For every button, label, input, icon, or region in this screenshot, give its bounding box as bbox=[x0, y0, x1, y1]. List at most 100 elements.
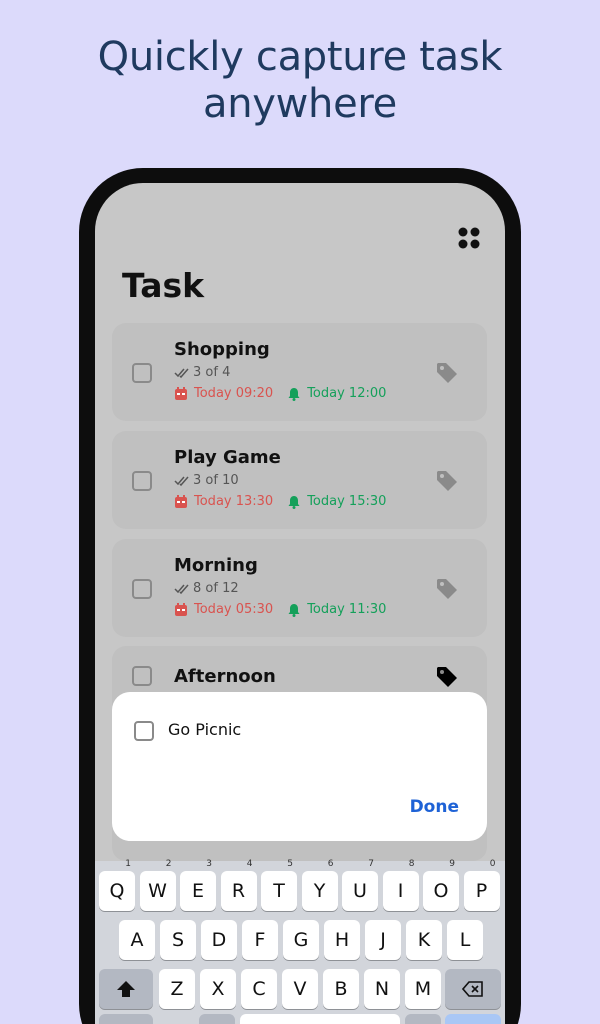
shift-key[interactable] bbox=[99, 969, 153, 1009]
key-number-hint: 8 bbox=[408, 859, 415, 869]
tag-icon[interactable] bbox=[434, 576, 460, 602]
due-date: Today 05:30 bbox=[174, 602, 273, 617]
task-title: Afternoon bbox=[174, 666, 276, 687]
task-title: Shopping bbox=[174, 339, 270, 360]
task-checkbox[interactable] bbox=[132, 471, 152, 491]
key-number-hint: 3 bbox=[206, 859, 212, 869]
page-title: Task bbox=[122, 266, 205, 305]
period-key[interactable] bbox=[405, 1014, 441, 1024]
new-task-checkbox[interactable] bbox=[134, 721, 154, 741]
double-check-icon bbox=[174, 584, 189, 594]
reminder: Today 12:00 bbox=[287, 386, 386, 401]
key-label: T bbox=[273, 880, 285, 902]
key-p[interactable]: P0 bbox=[463, 860, 500, 911]
done-button[interactable]: Done bbox=[410, 797, 459, 817]
progress-text: 3 of 10 bbox=[193, 473, 239, 488]
key-number-hint: 1 bbox=[125, 859, 131, 869]
key-m[interactable]: M bbox=[405, 969, 441, 1009]
space-key[interactable] bbox=[240, 1014, 400, 1024]
key-number-hint: 0 bbox=[489, 859, 496, 869]
calendar-icon bbox=[175, 386, 187, 400]
key-r[interactable]: R4 bbox=[220, 860, 257, 911]
task-card[interactable]: Shopping 3 of 4 Today 09:20 Today 12:00 bbox=[112, 323, 487, 421]
task-progress: 8 of 12 bbox=[174, 581, 239, 596]
reminder: Today 15:30 bbox=[287, 494, 386, 509]
key-q[interactable]: Q1 bbox=[99, 860, 135, 911]
bell-icon bbox=[288, 495, 300, 509]
tag-outline-icon[interactable] bbox=[434, 664, 460, 690]
key-number-hint: 4 bbox=[246, 859, 253, 869]
app-screen: Task Shopping 3 of 4 Today 09:20 Today 1… bbox=[95, 183, 505, 1024]
bell-icon bbox=[288, 387, 300, 401]
key-z[interactable]: Z bbox=[159, 969, 195, 1009]
new-task-input[interactable]: Go Picnic bbox=[168, 720, 241, 739]
key-label: U bbox=[353, 880, 367, 902]
reminder-text: Today 11:30 bbox=[307, 602, 387, 617]
key-label: W bbox=[148, 880, 167, 902]
key-v[interactable]: V bbox=[282, 969, 318, 1009]
key-h[interactable]: H bbox=[324, 920, 360, 960]
key-b[interactable]: B bbox=[323, 969, 359, 1009]
backspace-icon bbox=[461, 981, 483, 997]
task-checkbox[interactable] bbox=[132, 363, 152, 383]
key-n[interactable]: N bbox=[364, 969, 400, 1009]
key-t[interactable]: T5 bbox=[261, 860, 297, 911]
key-l[interactable]: L bbox=[447, 920, 483, 960]
key-number-hint: 6 bbox=[327, 859, 334, 869]
key-y[interactable]: Y6 bbox=[301, 860, 338, 911]
key-label: P bbox=[475, 880, 488, 902]
grid-view-icon[interactable] bbox=[457, 226, 481, 250]
key-o[interactable]: O9 bbox=[423, 860, 459, 911]
task-progress: 3 of 4 bbox=[174, 365, 230, 380]
due-text: Today 05:30 bbox=[194, 602, 274, 617]
due-text: Today 09:20 bbox=[194, 386, 274, 401]
key-label: E bbox=[191, 880, 204, 902]
task-card[interactable]: Play Game 3 of 10 Today 13:30 Today 15:3… bbox=[112, 431, 487, 529]
tag-icon[interactable] bbox=[434, 468, 460, 494]
key-d[interactable]: D bbox=[201, 920, 237, 960]
key-j[interactable]: J bbox=[365, 920, 401, 960]
shift-arrow-icon bbox=[117, 981, 135, 997]
key-label: Y bbox=[313, 880, 326, 902]
task-progress: 3 of 10 bbox=[174, 473, 239, 488]
task-card[interactable]: Morning 8 of 12 Today 05:30 Today 11:30 bbox=[112, 539, 487, 637]
due-text: Today 13:30 bbox=[194, 494, 274, 509]
reminder-text: Today 12:00 bbox=[307, 386, 387, 401]
key-w[interactable]: W2 bbox=[139, 860, 176, 911]
key-number-hint: 2 bbox=[165, 859, 172, 869]
key-a[interactable]: A bbox=[119, 920, 155, 960]
key-x[interactable]: X bbox=[200, 969, 236, 1009]
double-check-icon bbox=[174, 476, 189, 486]
key-number-hint: 9 bbox=[449, 859, 455, 869]
calendar-icon bbox=[175, 602, 187, 616]
progress-text: 3 of 4 bbox=[193, 365, 231, 380]
key-k[interactable]: K bbox=[406, 920, 442, 960]
quick-add-sheet: Go Picnic Done bbox=[112, 692, 487, 841]
key-label: R bbox=[231, 880, 246, 902]
bell-icon bbox=[288, 603, 300, 617]
symbols-key[interactable] bbox=[99, 1014, 153, 1024]
reminder-text: Today 15:30 bbox=[307, 494, 387, 509]
keyboard: Q1W2E3R4T5Y6U7I8O9P0 ASDFGHJKL ZXCVBNM bbox=[95, 860, 505, 1024]
task-checkbox[interactable] bbox=[132, 579, 152, 599]
key-label: I bbox=[397, 880, 404, 902]
key-number-hint: 7 bbox=[368, 859, 374, 869]
enter-key[interactable] bbox=[445, 1014, 501, 1024]
key-f[interactable]: F bbox=[242, 920, 278, 960]
tag-icon[interactable] bbox=[434, 360, 460, 386]
key-g[interactable]: G bbox=[283, 920, 319, 960]
key-e[interactable]: E3 bbox=[180, 860, 216, 911]
key-label: Q bbox=[109, 880, 125, 902]
calendar-icon bbox=[175, 494, 187, 508]
progress-text: 8 of 12 bbox=[193, 581, 239, 596]
due-date: Today 09:20 bbox=[174, 386, 273, 401]
key-c[interactable]: C bbox=[241, 969, 277, 1009]
double-check-icon bbox=[174, 368, 189, 378]
backspace-key[interactable] bbox=[445, 969, 501, 1009]
due-date: Today 13:30 bbox=[174, 494, 273, 509]
key-s[interactable]: S bbox=[160, 920, 196, 960]
emoji-key[interactable] bbox=[199, 1014, 235, 1024]
key-i[interactable]: I8 bbox=[382, 860, 419, 911]
key-u[interactable]: U7 bbox=[342, 860, 378, 911]
task-checkbox[interactable] bbox=[132, 666, 152, 686]
